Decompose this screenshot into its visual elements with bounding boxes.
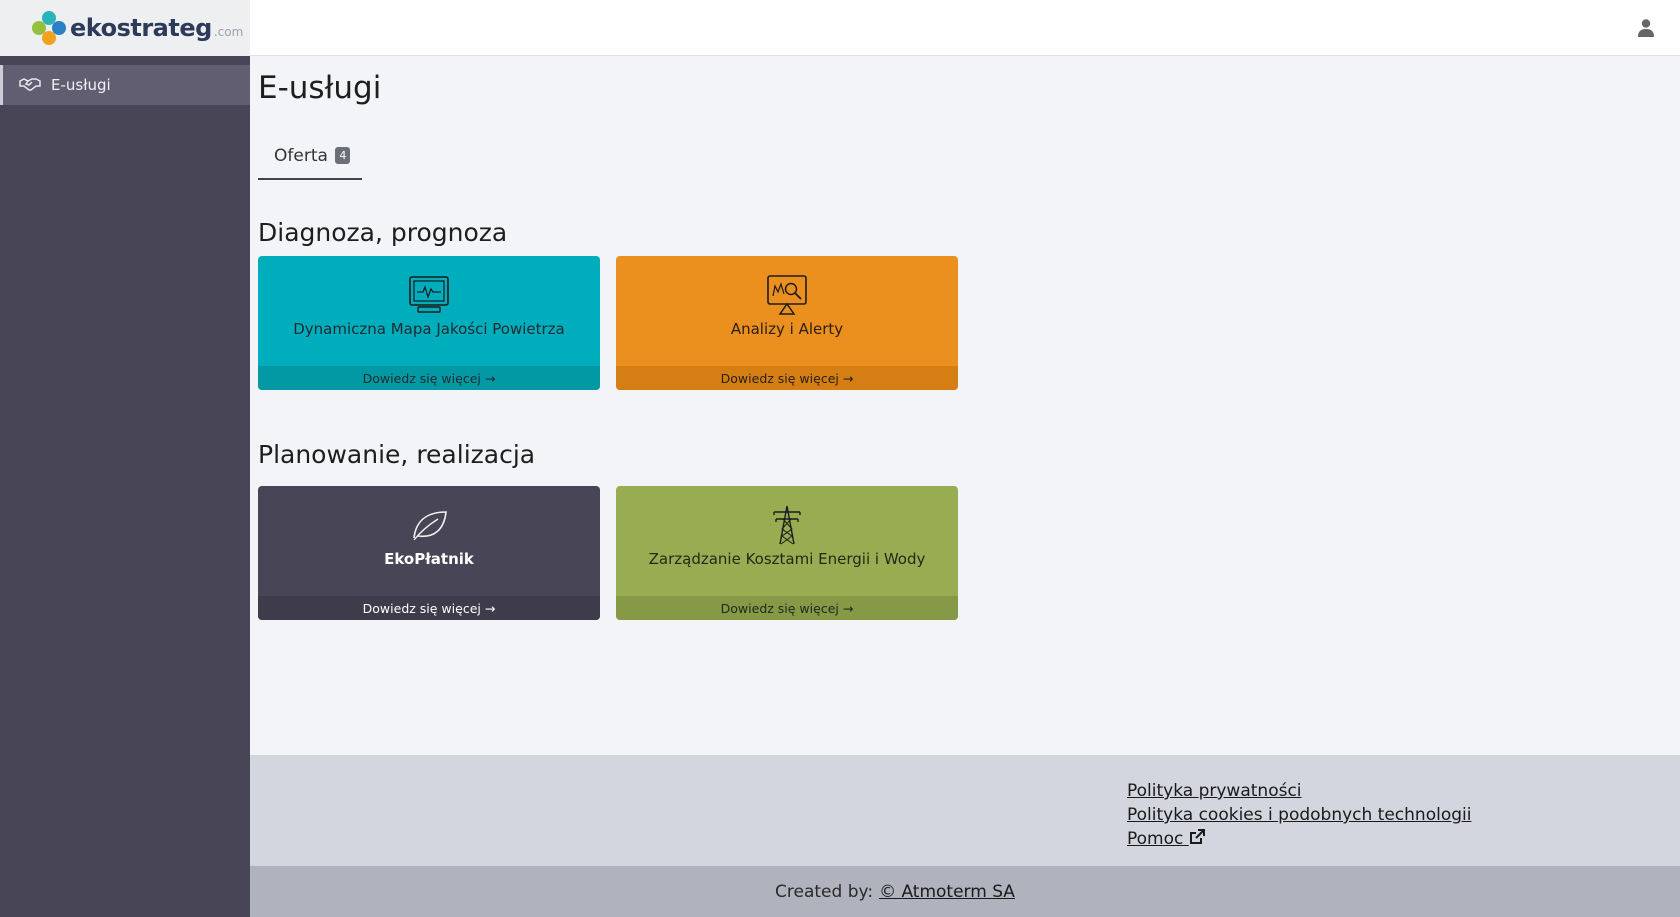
user-icon[interactable]	[1636, 18, 1656, 38]
card-title: EkoPłatnik	[384, 550, 474, 568]
count-badge: 4	[335, 147, 351, 164]
help-label: Pomoc	[1127, 829, 1184, 849]
top-bar	[250, 0, 1680, 56]
learn-more-link[interactable]: Dowiedz się więcej →	[616, 596, 958, 620]
learn-more-link[interactable]: Dowiedz się więcej →	[258, 366, 600, 390]
learn-more-label: Dowiedz się więcej	[362, 370, 481, 386]
sidebar: ekostrateg .com E-usługi	[0, 0, 250, 917]
logo-mark-icon	[32, 11, 66, 45]
card-title: Zarządzanie Kosztami Energii i Wody	[648, 550, 926, 568]
service-card-ekoplatnik[interactable]: EkoPłatnik Dowiedz się więcej →	[258, 486, 600, 620]
service-card-mapa[interactable]: Dynamiczna Mapa Jakości Powietrza Dowied…	[258, 256, 600, 390]
footer-credits: Created by: © Atmoterm SA	[250, 866, 1680, 917]
logo-suffix: .com	[213, 25, 244, 39]
learn-more-link[interactable]: Dowiedz się więcej →	[616, 366, 958, 390]
tab-label: Oferta	[274, 146, 328, 166]
arrow-right-icon: →	[842, 370, 854, 386]
monitor-chart-search-icon	[767, 275, 807, 315]
main-content: E-usługi Oferta 4 Diagnoza, prognoza Dyn…	[250, 56, 1680, 755]
handshake-icon	[19, 78, 41, 91]
footer: Polityka prywatności Polityka cookies i …	[250, 755, 1680, 866]
section-title: Diagnoza, prognoza	[258, 218, 508, 247]
tab-oferta[interactable]: Oferta 4	[258, 146, 362, 180]
learn-more-label: Dowiedz się więcej	[362, 600, 481, 616]
leaf-icon	[413, 511, 447, 541]
privacy-policy-link[interactable]: Polityka prywatności	[1127, 779, 1471, 803]
learn-more-link[interactable]: Dowiedz się więcej →	[258, 596, 600, 620]
section-title: Planowanie, realizacja	[258, 440, 536, 469]
service-card-analizy[interactable]: Analizy i Alerty Dowiedz się więcej →	[616, 256, 958, 390]
page-title: E-usługi	[258, 70, 382, 106]
monitor-pulse-icon	[409, 276, 449, 313]
learn-more-label: Dowiedz się więcej	[720, 370, 839, 386]
card-title: Analizy i Alerty	[730, 320, 844, 338]
learn-more-label: Dowiedz się więcej	[720, 600, 839, 616]
atmoterm-link[interactable]: © Atmoterm SA	[879, 882, 1015, 902]
logo[interactable]: ekostrateg .com	[0, 0, 250, 56]
sidebar-item-label: E-usługi	[51, 76, 111, 94]
service-card-zarzadzanie[interactable]: Zarządzanie Kosztami Energii i Wody Dowi…	[616, 486, 958, 620]
arrow-right-icon: →	[484, 600, 496, 616]
power-tower-icon	[773, 505, 801, 545]
arrow-right-icon: →	[842, 600, 854, 616]
arrow-right-icon: →	[484, 370, 496, 386]
created-by-label: Created by:	[775, 881, 874, 902]
help-link[interactable]: Pomoc	[1127, 827, 1471, 851]
external-link-icon	[1189, 829, 1205, 844]
cookies-policy-link[interactable]: Polityka cookies i podobnych technologii	[1127, 803, 1471, 827]
sidebar-item-e-uslugi[interactable]: E-usługi	[0, 65, 250, 105]
logo-text: ekostrateg	[70, 14, 212, 42]
card-title: Dynamiczna Mapa Jakości Powietrza	[293, 320, 565, 338]
